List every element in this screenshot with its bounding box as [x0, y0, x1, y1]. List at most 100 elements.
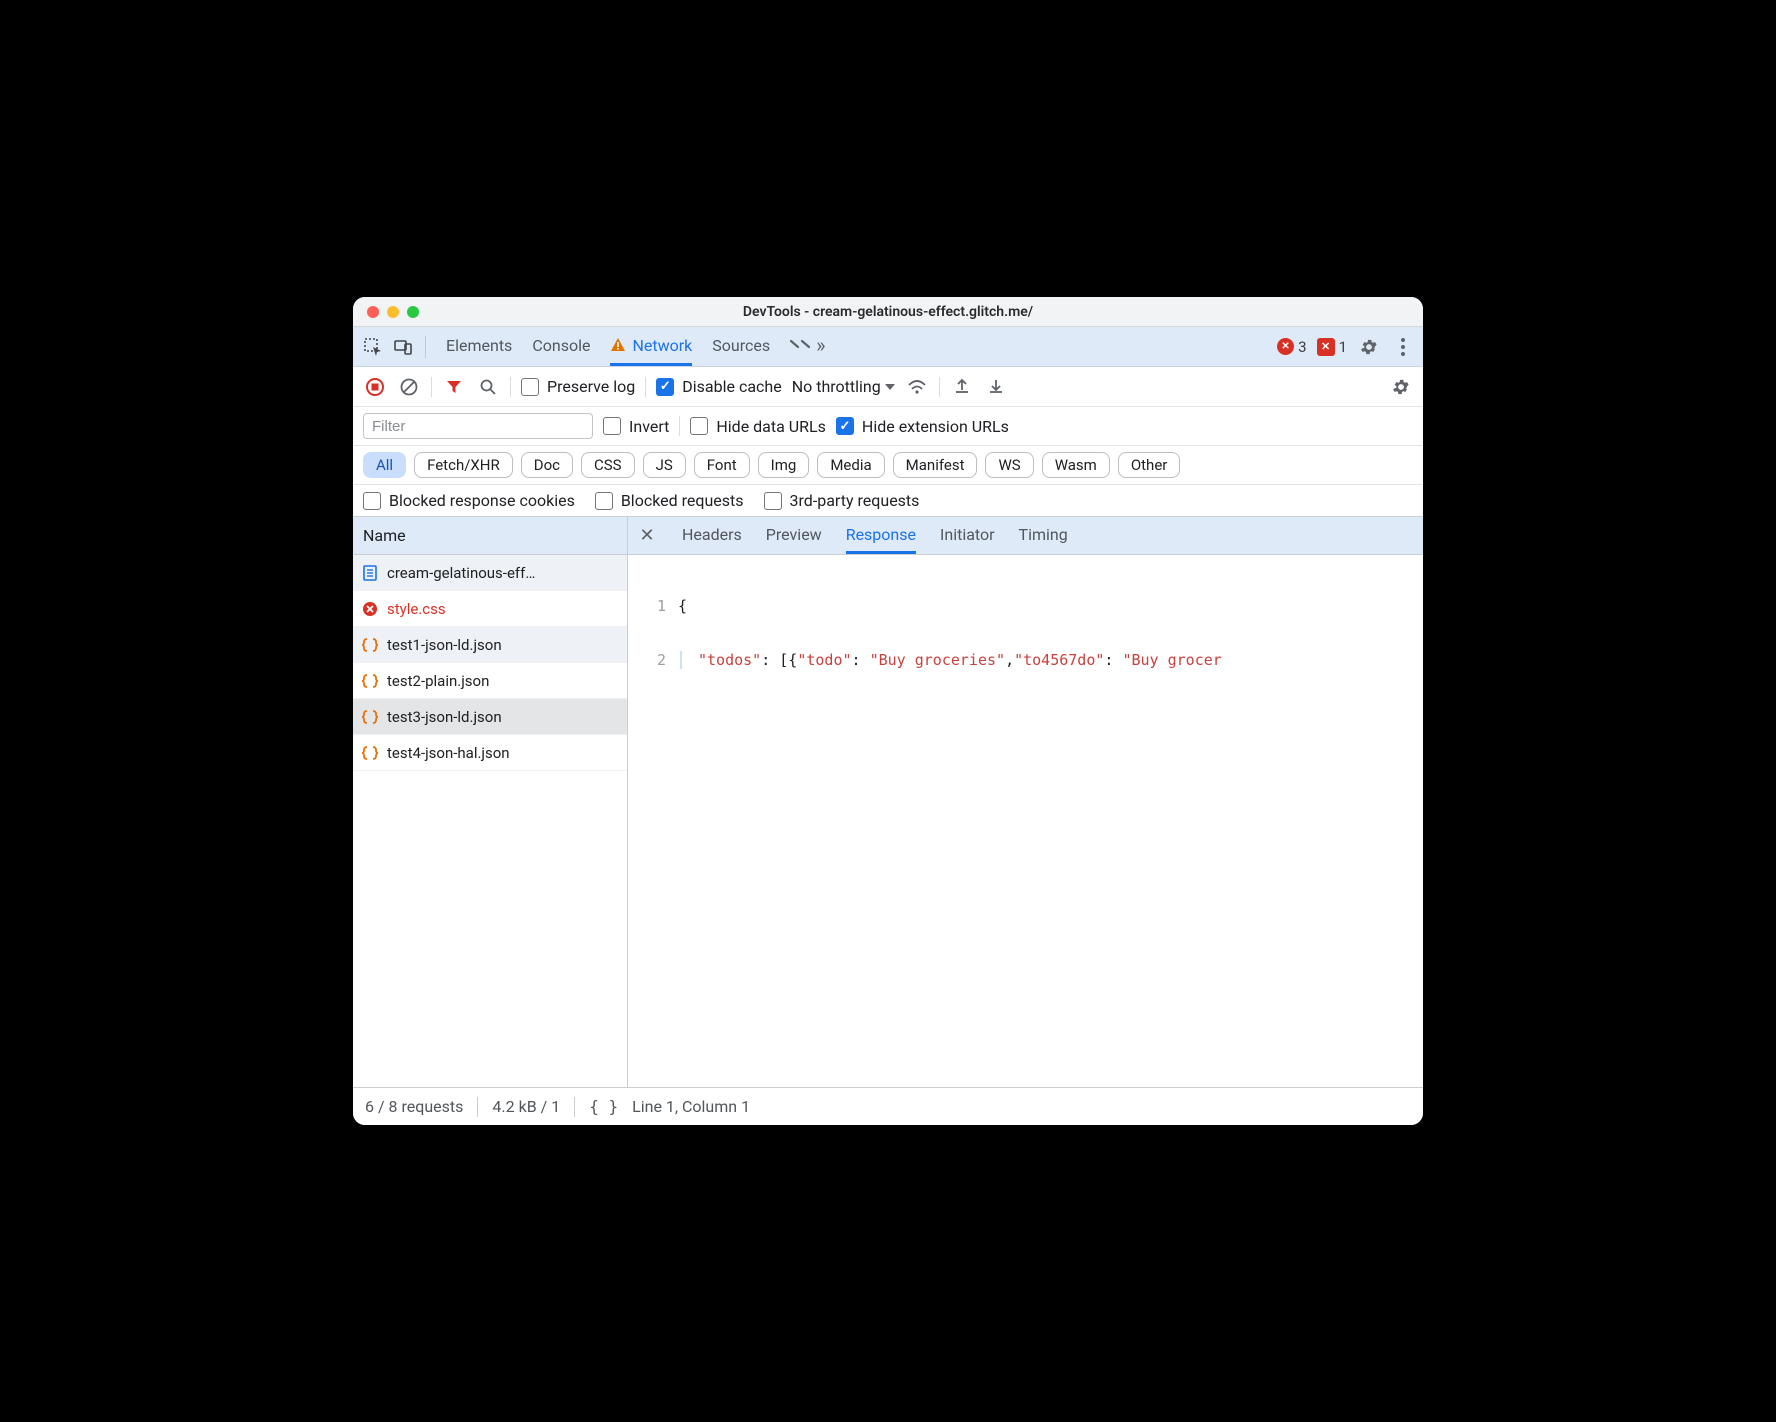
disable-cache-label: Disable cache — [682, 377, 781, 396]
invert-option[interactable]: Invert — [603, 417, 669, 436]
tab-console[interactable]: Console — [532, 327, 590, 366]
chip-media[interactable]: Media — [817, 452, 884, 478]
third-party-checkbox[interactable] — [764, 492, 782, 510]
json-icon — [361, 708, 379, 726]
device-toolbar-icon[interactable] — [391, 335, 415, 359]
chip-font[interactable]: Font — [694, 452, 750, 478]
braces-icon[interactable]: { } — [589, 1097, 618, 1116]
status-cursor: Line 1, Column 1 — [632, 1097, 750, 1116]
code-token: { — [678, 597, 687, 615]
hide-data-urls-checkbox[interactable] — [690, 417, 708, 435]
chip-fetch-xhr[interactable]: Fetch/XHR — [414, 452, 513, 478]
detail-tabs: ✕ Headers Preview Response Initiator Tim… — [628, 517, 1423, 555]
blocked-requests-checkbox[interactable] — [595, 492, 613, 510]
blocked-requests-option[interactable]: Blocked requests — [595, 491, 744, 510]
code-token: [{ — [779, 651, 797, 669]
code-token: : — [852, 651, 870, 669]
detail-tab-response[interactable]: Response — [846, 517, 916, 554]
hide-ext-urls-option[interactable]: Hide extension URLs — [836, 417, 1009, 436]
throttling-dropdown[interactable]: No throttling — [792, 377, 895, 396]
blocked-cookies-checkbox[interactable] — [363, 492, 381, 510]
network-conditions-icon[interactable] — [905, 375, 929, 399]
detail-tab-headers[interactable]: Headers — [682, 517, 742, 554]
chip-wasm[interactable]: Wasm — [1042, 452, 1110, 478]
filter-toggle-icon[interactable] — [442, 375, 466, 399]
sidebar-header[interactable]: Name — [353, 517, 627, 555]
clear-button[interactable] — [397, 375, 421, 399]
code-token: : — [761, 651, 779, 669]
chip-other[interactable]: Other — [1118, 452, 1181, 478]
detail-tab-initiator[interactable]: Initiator — [940, 517, 995, 554]
request-row[interactable]: test3-json-ld.json — [353, 699, 627, 735]
filter-input[interactable] — [363, 413, 593, 439]
tab-network-label: Network — [632, 336, 692, 355]
warning-icon — [610, 337, 626, 353]
network-settings-icon[interactable] — [1389, 375, 1413, 399]
errors-badge[interactable]: 3 — [1277, 338, 1306, 356]
hide-ext-urls-label: Hide extension URLs — [862, 417, 1009, 436]
code-token: "Buy grocer — [1122, 651, 1221, 669]
request-name: test2-plain.json — [387, 672, 489, 690]
more-menu-icon[interactable] — [1391, 335, 1415, 359]
blocked-cookies-option[interactable]: Blocked response cookies — [363, 491, 575, 510]
chip-ws[interactable]: WS — [985, 452, 1033, 478]
disable-cache-option[interactable]: Disable cache — [656, 377, 781, 396]
extra-filters: Blocked response cookies Blocked request… — [353, 485, 1423, 517]
request-list: cream-gelatinous-eff… style.css test1-js… — [353, 555, 627, 1087]
issues-badge[interactable]: ✕ 1 — [1317, 338, 1347, 356]
disable-cache-checkbox[interactable] — [656, 378, 674, 396]
chip-img[interactable]: Img — [758, 452, 810, 478]
preserve-log-checkbox[interactable] — [521, 378, 539, 396]
issues-count: 1 — [1339, 338, 1347, 356]
tab-network[interactable]: Network — [610, 327, 692, 366]
code-token: , — [1005, 651, 1014, 669]
preserve-log-option[interactable]: Preserve log — [521, 377, 635, 396]
throttling-value: No throttling — [792, 377, 881, 396]
request-row[interactable]: test1-json-ld.json — [353, 627, 627, 663]
request-row[interactable]: style.css — [353, 591, 627, 627]
close-detail-button[interactable]: ✕ — [636, 525, 658, 546]
response-code[interactable]: 1 { 2 "todos": [{"todo": "Buy groceries"… — [628, 555, 1423, 1087]
error-circle-icon — [1277, 338, 1294, 355]
request-name: cream-gelatinous-eff… — [387, 564, 535, 582]
blocked-requests-label: Blocked requests — [621, 491, 744, 510]
minimize-window-button[interactable] — [387, 306, 399, 318]
traffic-lights — [367, 306, 419, 318]
separator — [574, 1097, 575, 1117]
more-tabs-button[interactable]: » — [790, 327, 825, 366]
chip-css[interactable]: CSS — [581, 452, 635, 478]
chip-js[interactable]: JS — [643, 452, 686, 478]
detail-tab-timing[interactable]: Timing — [1019, 517, 1068, 554]
invert-label: Invert — [629, 417, 669, 436]
invert-checkbox[interactable] — [603, 417, 621, 435]
close-window-button[interactable] — [367, 306, 379, 318]
import-har-icon[interactable] — [950, 375, 974, 399]
maximize-window-button[interactable] — [407, 306, 419, 318]
chip-manifest[interactable]: Manifest — [893, 452, 978, 478]
statusbar: 6 / 8 requests 4.2 kB / 1 { } Line 1, Co… — [353, 1087, 1423, 1125]
detail-tab-preview[interactable]: Preview — [766, 517, 822, 554]
status-transfer: 4.2 kB / 1 — [492, 1097, 560, 1116]
error-icon — [361, 600, 379, 618]
hide-ext-urls-checkbox[interactable] — [836, 417, 854, 435]
request-sidebar: Name cream-gelatinous-eff… style.css tes… — [353, 517, 628, 1087]
request-row[interactable]: cream-gelatinous-eff… — [353, 555, 627, 591]
separator — [510, 377, 511, 397]
chip-doc[interactable]: Doc — [521, 452, 573, 478]
inspect-icon[interactable] — [361, 335, 385, 359]
request-row[interactable]: test2-plain.json — [353, 663, 627, 699]
record-button[interactable] — [363, 375, 387, 399]
export-har-icon[interactable] — [984, 375, 1008, 399]
settings-icon[interactable] — [1357, 335, 1381, 359]
third-party-label: 3rd-party requests — [790, 491, 920, 510]
chip-all[interactable]: All — [363, 452, 406, 478]
hide-data-urls-option[interactable]: Hide data URLs — [690, 417, 826, 436]
request-row[interactable]: test4-json-hal.json — [353, 735, 627, 771]
main-split: Name cream-gelatinous-eff… style.css tes… — [353, 517, 1423, 1087]
filter-bar: Invert Hide data URLs Hide extension URL… — [353, 407, 1423, 446]
tab-elements[interactable]: Elements — [446, 327, 512, 366]
resource-type-chips: All Fetch/XHR Doc CSS JS Font Img Media … — [353, 446, 1423, 485]
search-icon[interactable] — [476, 375, 500, 399]
third-party-option[interactable]: 3rd-party requests — [764, 491, 920, 510]
tab-sources[interactable]: Sources — [712, 327, 770, 366]
